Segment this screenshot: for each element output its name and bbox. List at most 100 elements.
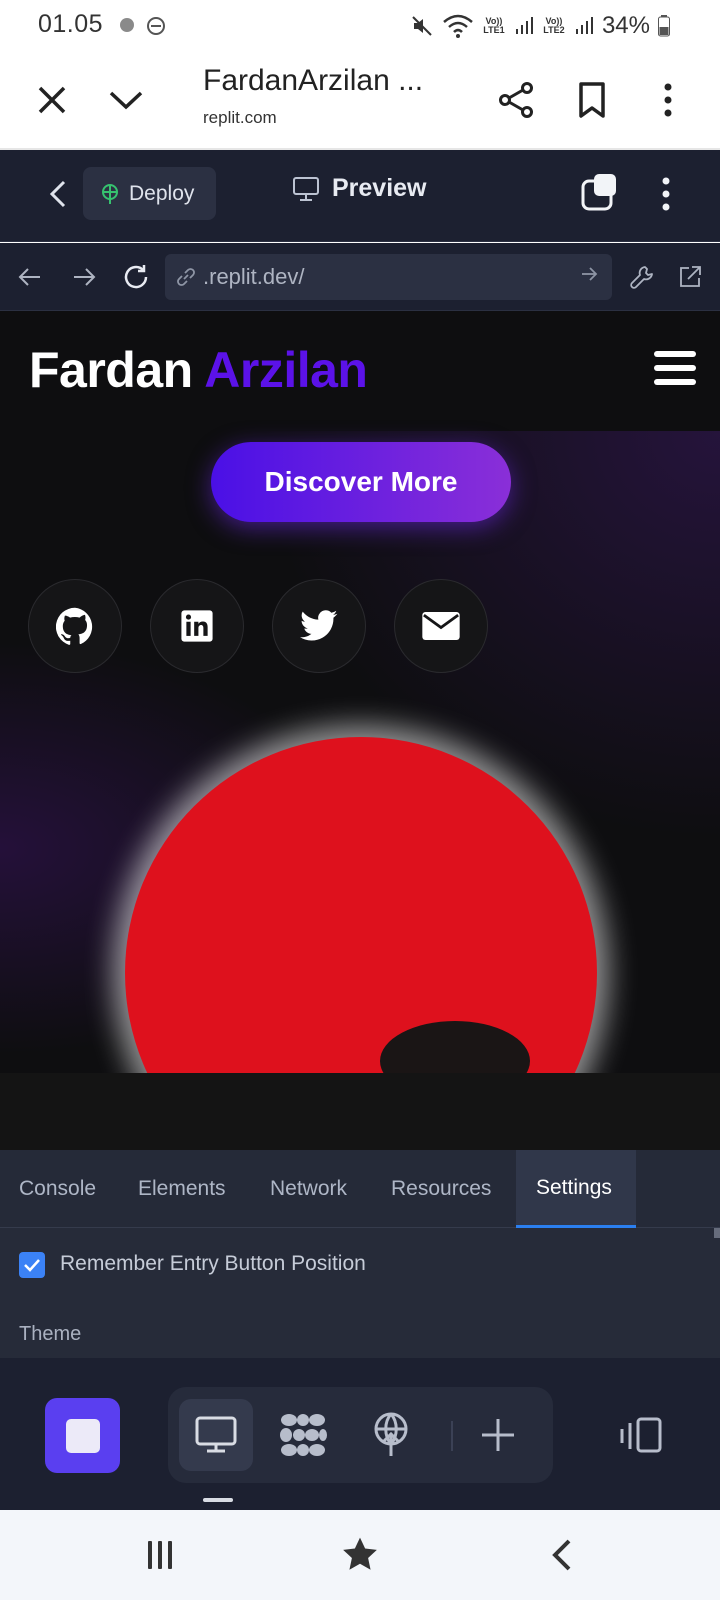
preview-tab[interactable]: Preview: [292, 174, 427, 203]
deploy-icon: [374, 1412, 408, 1456]
arrow-left-icon: [18, 268, 40, 286]
close-icon: [38, 86, 66, 114]
deploy-label: Deploy: [129, 181, 195, 205]
hamburger-menu-button[interactable]: [654, 351, 696, 387]
open-external-button[interactable]: [668, 255, 712, 299]
preview-label: Preview: [332, 174, 427, 202]
deploy-icon: [102, 183, 118, 204]
do-not-disturb-icon: [147, 17, 165, 35]
recent-apps-button[interactable]: [130, 1530, 190, 1580]
devtools-tabbar: Console Elements Network Resources Setti…: [0, 1150, 720, 1228]
site-logo[interactable]: Fardan Arzilan: [29, 341, 368, 399]
nav-back-button[interactable]: [8, 255, 52, 299]
discover-more-button[interactable]: Discover More: [211, 442, 511, 522]
tab-elements[interactable]: Elements: [120, 1150, 248, 1228]
page-url: replit.com: [203, 108, 277, 127]
stop-icon: [65, 1418, 100, 1453]
home-button[interactable]: [330, 1530, 390, 1580]
star-icon: [343, 1537, 377, 1570]
tab-network[interactable]: Network: [248, 1150, 372, 1228]
scrollbar[interactable]: [714, 1228, 720, 1238]
split-view-icon: [620, 1417, 662, 1453]
theme-section-label: Theme: [19, 1323, 82, 1345]
stop-button[interactable]: [45, 1398, 120, 1473]
monitor-icon: [195, 1416, 237, 1453]
devtools-button[interactable]: [620, 255, 664, 299]
wrench-icon: [630, 266, 653, 289]
bookmark-icon: [579, 82, 605, 118]
agent-tool-button[interactable]: [266, 1399, 340, 1471]
monitor-icon: [293, 176, 319, 201]
github-link[interactable]: [28, 579, 122, 673]
github-icon: [56, 607, 93, 645]
preview-tool-button[interactable]: [179, 1399, 253, 1471]
more-vertical-icon: [662, 177, 670, 211]
system-back-button[interactable]: [532, 1530, 592, 1580]
twitter-icon: [300, 610, 338, 641]
reload-button[interactable]: [114, 255, 158, 299]
address-bar[interactable]: .replit.dev/: [165, 254, 612, 300]
email-link[interactable]: [394, 579, 488, 673]
chevron-down-icon: [109, 91, 143, 110]
back-button[interactable]: [36, 172, 80, 216]
wifi-icon: [443, 14, 473, 38]
replit-bottom-toolbar: [0, 1358, 720, 1510]
go-arrow-icon[interactable]: [580, 266, 598, 282]
logo-last-name: Arzilan: [204, 342, 368, 398]
share-button[interactable]: [490, 74, 542, 126]
page-title: FardanArzilan ...: [203, 64, 424, 97]
replit-menu-button[interactable]: [644, 172, 688, 216]
remember-position-label[interactable]: Remember Entry Button Position: [60, 1252, 366, 1276]
arrow-right-icon: [74, 268, 96, 286]
battery-icon: [658, 15, 670, 37]
share-icon: [499, 82, 533, 118]
recent-apps-icon: [148, 1541, 172, 1569]
remember-position-checkbox[interactable]: [19, 1252, 45, 1278]
reload-icon: [124, 265, 148, 289]
sim1-label: Vo)) LTE1: [483, 16, 505, 35]
menu-bar: [654, 379, 696, 385]
add-tool-button[interactable]: [461, 1399, 535, 1471]
replit-header: Deploy Preview: [0, 150, 720, 242]
status-time: 01.05: [38, 10, 104, 38]
sim2-label: Vo)) LTE2: [543, 16, 565, 35]
signal-icon: [575, 17, 593, 34]
devtools-settings-panel: Remember Entry Button Position Theme: [0, 1228, 720, 1358]
deploy-tool-button[interactable]: [354, 1399, 428, 1471]
agent-icon: [280, 1414, 327, 1456]
more-vertical-icon: [664, 83, 672, 117]
tabs-icon: [581, 174, 616, 211]
browser-menu-button[interactable]: [642, 74, 694, 126]
close-tab-button[interactable]: [26, 74, 78, 126]
bookmark-button[interactable]: [566, 74, 618, 126]
tab-resources[interactable]: Resources: [372, 1150, 516, 1228]
menu-bar: [654, 365, 696, 371]
browser-toolbar: FardanArzilan ... replit.com: [0, 52, 720, 150]
link-icon: [177, 268, 195, 286]
tab-console[interactable]: Console: [0, 1150, 120, 1228]
webview-nav-bar: .replit.dev/: [0, 243, 720, 311]
drag-handle[interactable]: [203, 1498, 233, 1502]
linkedin-icon: [181, 610, 213, 642]
menu-bar: [654, 351, 696, 357]
tab-settings[interactable]: Settings: [516, 1150, 636, 1228]
twitter-link[interactable]: [272, 579, 366, 673]
android-navigation-bar: [0, 1510, 720, 1600]
checkmark-icon: [24, 1259, 40, 1272]
notification-dot-icon: [120, 18, 134, 32]
website-preview: Fardan Arzilan Discover More: [0, 311, 720, 1073]
logo-first-name: Fardan: [29, 342, 193, 398]
tool-switcher: [168, 1387, 553, 1483]
preview-bottom-area: [0, 1073, 720, 1150]
split-view-button[interactable]: [612, 1410, 670, 1460]
status-bar: 01.05 Vo)) LTE1 Vo)) LTE2 34%: [0, 0, 720, 52]
linkedin-link[interactable]: [150, 579, 244, 673]
chevron-left-icon: [50, 180, 66, 208]
nav-forward-button[interactable]: [62, 255, 106, 299]
toolbar-divider: [451, 1421, 453, 1451]
mute-icon: [412, 16, 432, 36]
minimize-button[interactable]: [100, 74, 152, 126]
battery-level: 34%: [601, 12, 650, 39]
deploy-button[interactable]: Deploy: [83, 167, 216, 220]
tabs-switcher-button[interactable]: [580, 172, 624, 216]
